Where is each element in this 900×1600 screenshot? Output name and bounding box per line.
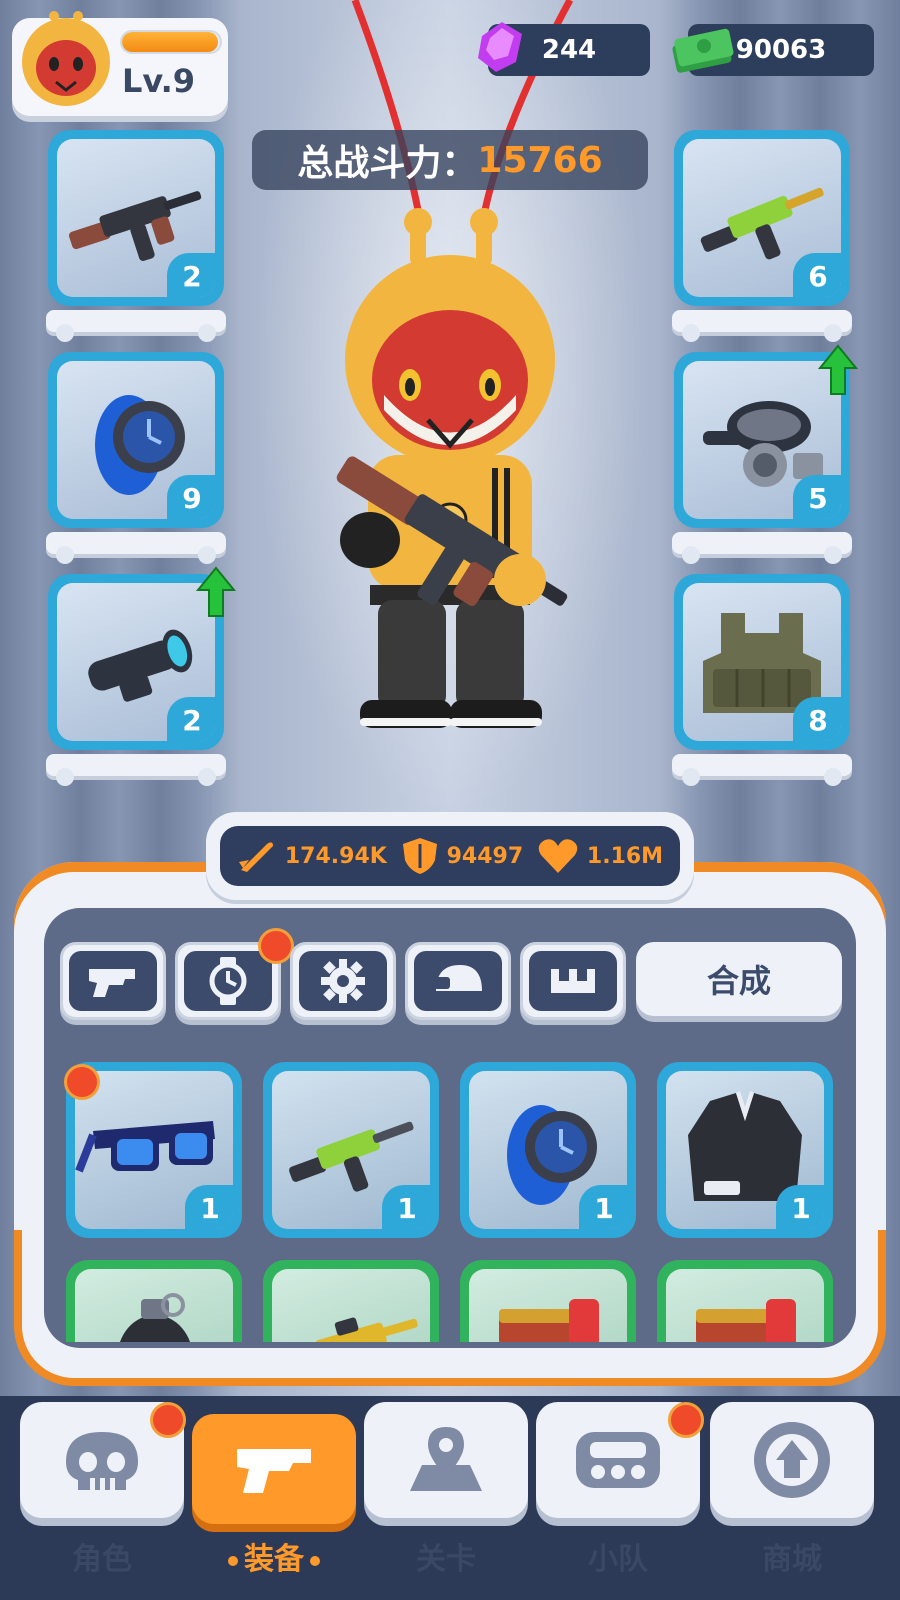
nav-squad-label: 小队 xyxy=(588,1542,648,1577)
item-count: 1 xyxy=(382,1185,430,1229)
merge-button[interactable]: 合成 xyxy=(636,942,842,1016)
cash-amount: 90063 xyxy=(735,35,827,65)
shelf xyxy=(46,754,226,786)
controller-icon xyxy=(576,1432,660,1488)
xp-bar xyxy=(120,30,222,54)
tab-gear[interactable] xyxy=(290,942,396,1020)
new-item-badge xyxy=(64,1064,100,1100)
gear-tab-icon xyxy=(321,959,365,1003)
gun-icon xyxy=(237,1449,311,1493)
slot-count: 8 xyxy=(793,697,841,741)
shelf xyxy=(46,310,226,342)
nav-shop-label: 商城 xyxy=(762,1542,822,1577)
character-model[interactable] xyxy=(300,0,600,740)
total-power-label: 总战斗力： xyxy=(297,143,478,184)
cash-icon xyxy=(672,28,734,73)
player-level: Lv.9 xyxy=(122,62,196,100)
gem-amount: 244 xyxy=(541,35,597,65)
nav-character-label: 角色 xyxy=(72,1542,132,1577)
item-count: 1 xyxy=(185,1185,233,1229)
player-card[interactable]: Lv.9 xyxy=(12,11,228,116)
tab-watches-badge xyxy=(258,928,294,964)
defense-value: 94497 xyxy=(446,843,524,869)
upgrade-arrow-icon xyxy=(196,566,236,617)
health-value: 1.16M xyxy=(586,843,664,869)
red-pistol-icon xyxy=(499,1299,599,1342)
nav-equipment-label: 装备 xyxy=(192,1534,356,1578)
shop-icon xyxy=(754,1422,830,1498)
slot-count: 9 xyxy=(167,475,215,519)
nav-equipment[interactable] xyxy=(192,1414,356,1524)
nav-shop[interactable] xyxy=(710,1402,874,1518)
grenade-icon xyxy=(119,1293,191,1342)
inventory-item[interactable] xyxy=(66,1260,242,1342)
inventory-item[interactable]: 1 xyxy=(460,1062,636,1238)
slot-count: 6 xyxy=(793,253,841,297)
item-count: 1 xyxy=(776,1185,824,1229)
defense-stat: 94497 xyxy=(401,836,524,876)
shelf xyxy=(46,532,226,564)
item-count: 1 xyxy=(579,1185,627,1229)
shield-icon xyxy=(402,838,437,874)
attack-stat: 174.94K xyxy=(237,838,387,874)
equip-slot-weapon[interactable]: 2 xyxy=(48,130,224,306)
inventory-item[interactable]: 1 xyxy=(263,1062,439,1238)
stats-bar: 174.94K 94497 1.16M xyxy=(206,812,694,900)
heart-icon xyxy=(538,839,578,873)
nav-stages-label: 关卡 xyxy=(416,1542,476,1577)
gem-icon xyxy=(478,22,522,72)
nav-character-badge xyxy=(150,1402,186,1438)
gold-rifle-icon xyxy=(315,1317,418,1342)
tab-bases[interactable] xyxy=(520,942,626,1020)
inventory-item[interactable] xyxy=(657,1260,833,1342)
shelf xyxy=(672,532,852,564)
inventory-item[interactable] xyxy=(263,1260,439,1342)
xp-bar-fill xyxy=(122,32,219,52)
red-pistol-icon xyxy=(696,1299,796,1342)
shelf xyxy=(672,310,852,342)
nav-squad-badge xyxy=(668,1402,704,1438)
watch-tab-icon xyxy=(209,957,247,1005)
tab-guns[interactable] xyxy=(60,942,166,1020)
attack-value: 174.94K xyxy=(284,843,387,869)
total-power-banner: 总战斗力： 15766 xyxy=(252,130,648,190)
inventory-item[interactable] xyxy=(460,1260,636,1342)
helmet-tab-icon xyxy=(434,965,482,991)
base-tab-icon xyxy=(551,969,595,993)
equip-slot-watch[interactable]: 9 xyxy=(48,352,224,528)
total-power-value: 15766 xyxy=(477,139,603,181)
tab-helmets[interactable] xyxy=(405,942,511,1020)
health-stat: 1.16M xyxy=(537,837,663,875)
map-pin-icon xyxy=(410,1427,482,1491)
gun-tab-icon xyxy=(89,969,135,997)
nav-stages[interactable] xyxy=(364,1402,528,1518)
equip-slot-rifle[interactable]: 6 xyxy=(674,130,850,306)
active-dot xyxy=(310,1555,320,1566)
upgrade-arrow-icon xyxy=(818,344,858,395)
inventory-item[interactable]: 1 xyxy=(657,1062,833,1238)
shelf xyxy=(672,754,852,786)
skull-icon xyxy=(66,1432,138,1490)
slot-count: 2 xyxy=(167,253,215,297)
slot-count: 5 xyxy=(793,475,841,519)
player-avatar[interactable] xyxy=(20,8,112,108)
slot-count: 2 xyxy=(167,697,215,741)
nav-equipment-text: 装备 xyxy=(244,1542,304,1577)
active-dot xyxy=(228,1555,238,1566)
inventory-row-clip xyxy=(44,1250,856,1342)
equip-slot-armor[interactable]: 8 xyxy=(674,574,850,750)
attack-rocket-icon xyxy=(238,842,273,872)
